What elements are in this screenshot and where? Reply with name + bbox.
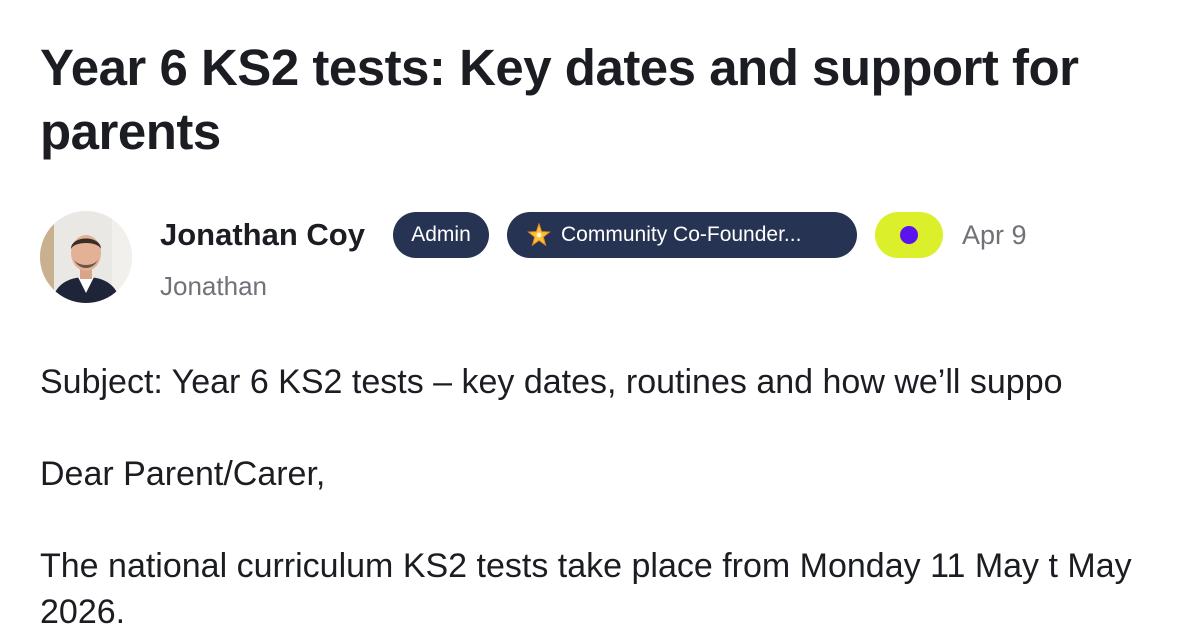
post-intro-paragraph: The national curriculum KS2 tests take p… xyxy=(40,547,1132,630)
post-subject-line: Subject: Year 6 KS2 tests – key dates, r… xyxy=(40,363,1063,401)
post-body: Subject: Year 6 KS2 tests – key dates, r… xyxy=(40,0,1200,630)
post-greeting: Dear Parent/Carer, xyxy=(40,455,326,493)
